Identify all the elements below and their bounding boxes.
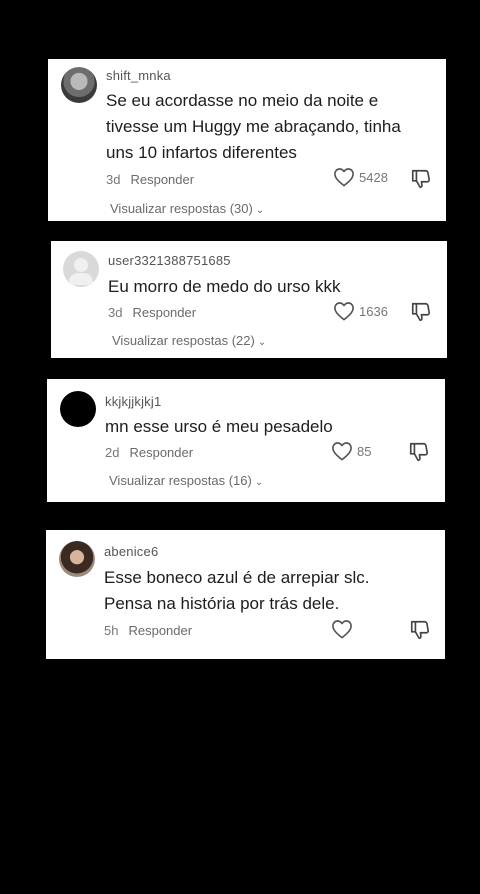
like-button[interactable]: 5428 (333, 167, 388, 187)
view-replies-link[interactable]: Visualizar respostas (22) ⌄ (112, 333, 266, 348)
comment-username[interactable]: kkjkjjkjkj1 (105, 394, 161, 409)
chevron-down-icon: ⌄ (257, 337, 267, 348)
comment-text: Eu morro de medo do urso kkk (108, 274, 340, 300)
comment-text: mn esse urso é meu pesadelo (105, 414, 333, 440)
like-button[interactable]: 85 (331, 441, 371, 461)
view-replies-label: Visualizar respostas (30) (110, 201, 253, 216)
heart-outline-icon (334, 168, 354, 187)
chevron-down-icon: ⌄ (254, 477, 264, 488)
comment-username[interactable]: abenice6 (104, 544, 158, 559)
comment-meta: 3d Responder (106, 172, 194, 187)
comment-username[interactable]: shift_mnka (106, 68, 171, 83)
avatar[interactable] (59, 541, 95, 577)
avatar[interactable] (61, 67, 97, 103)
comment-card: shift_mnka Se eu acordasse no meio da no… (48, 59, 446, 221)
reply-button[interactable]: Responder (132, 305, 196, 320)
heart-outline-icon (332, 442, 352, 461)
comment-age: 2d (105, 445, 120, 460)
reply-button[interactable]: Responder (128, 623, 192, 638)
thumbs-down-icon[interactable] (409, 619, 431, 641)
comment-text-line: Pensa na história por trás dele. (104, 594, 340, 613)
thumbs-down-icon[interactable] (410, 301, 432, 323)
comment-text-line: Eu morro de medo do urso kkk (108, 277, 341, 296)
comment-age: 3d (106, 172, 121, 187)
comment-meta: 5h Responder (104, 623, 192, 638)
reply-button[interactable]: Responder (130, 172, 194, 187)
like-count: 5428 (359, 169, 388, 185)
comment-username[interactable]: user3321388751685 (108, 253, 231, 268)
comment-text-line: mn esse urso é meu pesadelo (105, 417, 333, 436)
like-count: 1636 (359, 303, 388, 319)
reply-button[interactable]: Responder (129, 445, 193, 460)
thumbs-down-icon[interactable] (408, 441, 430, 463)
comment-text: Esse boneco azul é de arrepiar slc. Pens… (104, 565, 370, 617)
comment-card: kkjkjjkjkj1 mn esse urso é meu pesadelo … (47, 379, 445, 502)
view-replies-label: Visualizar respostas (22) (112, 333, 255, 348)
heart-outline-icon (334, 302, 354, 321)
comment-text-line: uns 10 infartos diferentes (106, 143, 297, 162)
comment-text-line: Se eu acordasse no meio da noite e (106, 91, 379, 110)
like-button[interactable] (331, 619, 357, 639)
view-replies-link[interactable]: Visualizar respostas (30) ⌄ (110, 201, 264, 216)
view-replies-link[interactable]: Visualizar respostas (16) ⌄ (109, 473, 263, 488)
comment-meta: 2d Responder (105, 445, 193, 460)
comment-card: abenice6 Esse boneco azul é de arrepiar … (46, 530, 445, 659)
avatar[interactable] (60, 391, 96, 427)
thumbs-down-icon[interactable] (410, 168, 432, 190)
comment-age: 3d (108, 305, 123, 320)
chevron-down-icon: ⌄ (255, 205, 265, 216)
like-count: 85 (357, 443, 372, 459)
avatar[interactable] (63, 251, 99, 287)
comment-card: user3321388751685 Eu morro de medo do ur… (51, 241, 447, 358)
heart-outline-icon (332, 620, 352, 639)
like-button[interactable]: 1636 (333, 301, 388, 321)
comment-text-line: Esse boneco azul é de arrepiar slc. (104, 568, 370, 587)
view-replies-label: Visualizar respostas (16) (109, 473, 252, 488)
comment-meta: 3d Responder (108, 305, 196, 320)
comment-text: Se eu acordasse no meio da noite e tives… (106, 88, 401, 166)
comment-text-line: tivesse um Huggy me abraçando, tinha (106, 117, 401, 136)
comment-age: 5h (104, 623, 119, 638)
